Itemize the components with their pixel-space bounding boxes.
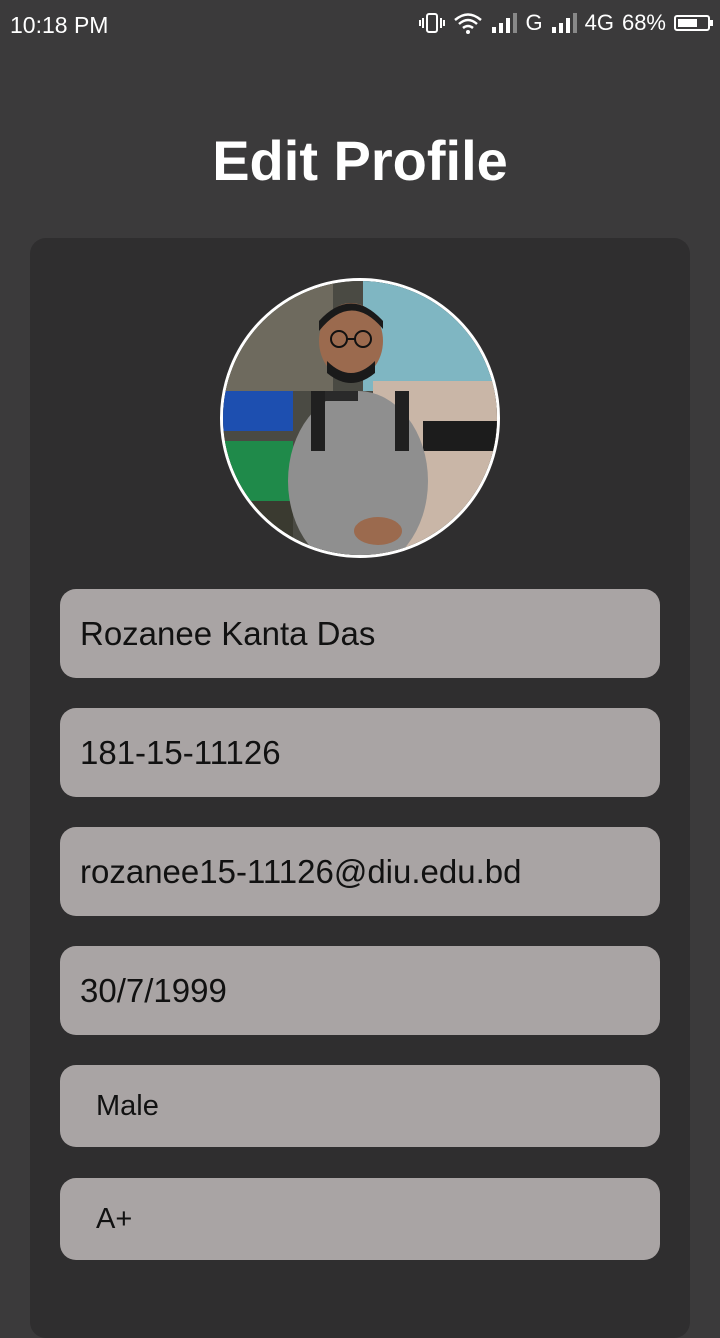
status-time: 10:18 PM: [10, 12, 109, 38]
profile-card: Rozanee Kanta Das 181-15-11126 rozanee15…: [30, 238, 690, 1338]
avatar[interactable]: [220, 278, 500, 558]
blood-group-select[interactable]: A+: [60, 1178, 660, 1260]
vibrate-icon: [419, 12, 446, 34]
date-of-birth-field[interactable]: 30/7/1999: [60, 946, 660, 1035]
network-type-g: G: [525, 10, 543, 35]
network-type-4g: 4G: [584, 10, 614, 35]
signal-icon: [491, 12, 518, 34]
name-value: Rozanee Kanta Das: [80, 614, 376, 652]
status-bar: 10:18 PM G 4G 68%: [0, 0, 720, 52]
battery-icon: [674, 15, 713, 31]
student-id-value: 181-15-11126: [80, 733, 281, 771]
profile-photo: [223, 281, 497, 555]
wifi-icon: [453, 12, 483, 34]
date-of-birth-value: 30/7/1999: [80, 971, 227, 1009]
gender-value: Male: [96, 1089, 159, 1122]
gender-select[interactable]: Male: [60, 1065, 660, 1147]
battery-level: [678, 19, 697, 27]
battery-percent: 68%: [621, 10, 666, 35]
student-id-field[interactable]: 181-15-11126: [60, 708, 660, 797]
email-field[interactable]: rozanee15-11126@diu.edu.bd: [60, 827, 660, 916]
blood-group-value: A+: [96, 1202, 133, 1235]
name-field[interactable]: Rozanee Kanta Das: [60, 589, 660, 678]
signal-icon: [551, 12, 577, 34]
email-value: rozanee15-11126@diu.edu.bd: [80, 852, 522, 890]
page-title: Edit Profile: [212, 129, 508, 192]
status-icons: G 4G 68%: [419, 10, 713, 36]
